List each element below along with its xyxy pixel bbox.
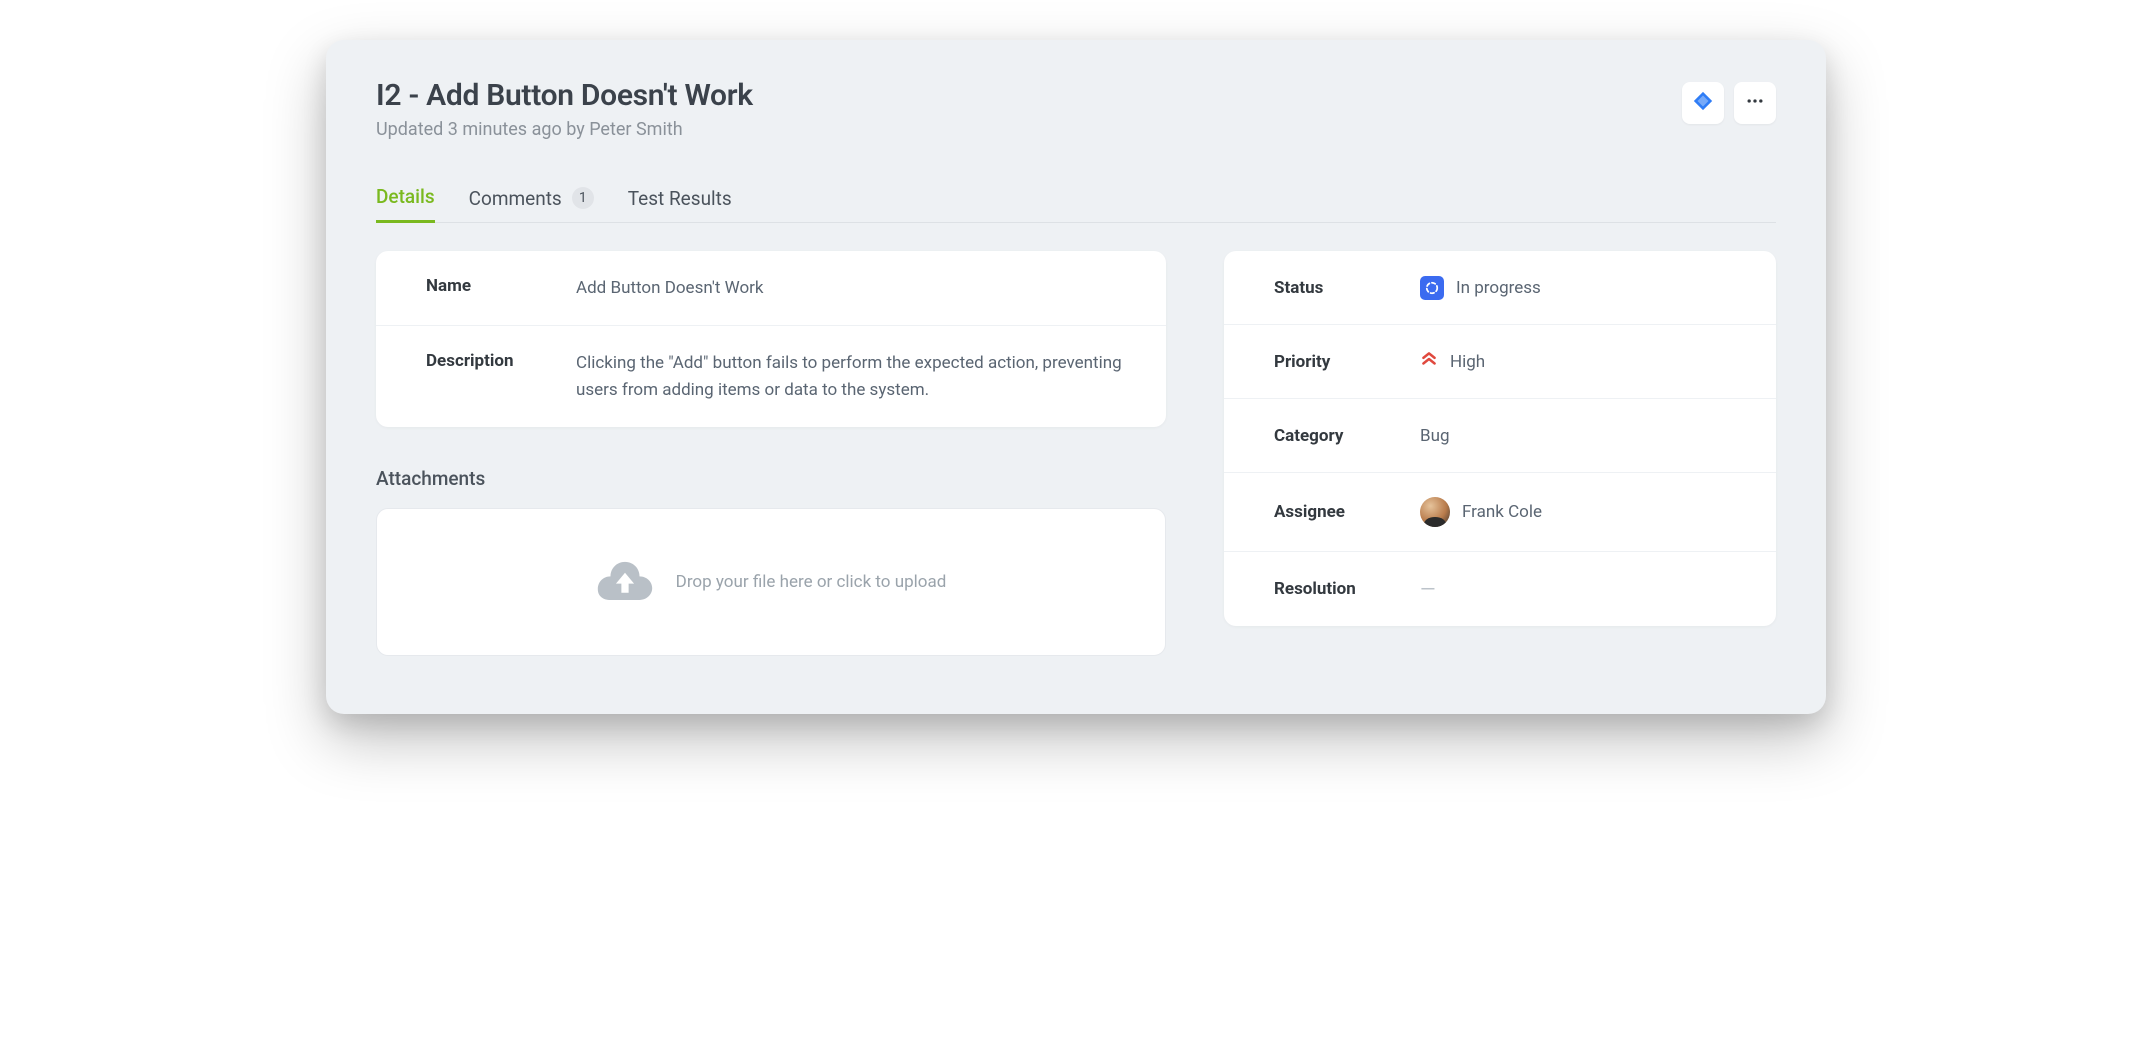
details-card: Name Add Button Doesn't Work Description… (376, 251, 1166, 427)
category-text: Bug (1420, 426, 1450, 446)
jira-icon (1692, 90, 1714, 116)
in-progress-icon (1420, 276, 1444, 300)
priority-text: High (1450, 352, 1485, 372)
right-column: Status In progress Priority (1224, 251, 1776, 656)
assignee-avatar (1420, 497, 1450, 527)
meta-label: Assignee (1274, 502, 1420, 522)
meta-row-category: Category Bug (1224, 399, 1776, 473)
detail-row-description: Description Clicking the "Add" button fa… (376, 326, 1166, 427)
left-column: Name Add Button Doesn't Work Description… (376, 251, 1166, 656)
tab-label: Comments (469, 187, 562, 210)
tab-test-results[interactable]: Test Results (628, 185, 732, 223)
meta-label: Priority (1274, 352, 1420, 372)
issue-title: I2 - Add Button Doesn't Work (376, 78, 1682, 113)
more-horizontal-icon (1745, 91, 1765, 115)
header: I2 - Add Button Doesn't Work Updated 3 m… (376, 78, 1776, 140)
attachments-heading: Attachments (376, 467, 1166, 490)
meta-value-priority[interactable]: High (1420, 350, 1485, 373)
tab-comments[interactable]: Comments 1 (469, 185, 594, 223)
content: Name Add Button Doesn't Work Description… (376, 251, 1776, 656)
detail-row-name: Name Add Button Doesn't Work (376, 251, 1166, 326)
detail-label: Description (426, 350, 576, 403)
assignee-name: Frank Cole (1462, 502, 1542, 522)
meta-label: Status (1274, 278, 1420, 298)
issue-detail-panel: I2 - Add Button Doesn't Work Updated 3 m… (326, 40, 1826, 714)
meta-value-category[interactable]: Bug (1420, 426, 1450, 446)
header-actions (1682, 82, 1776, 124)
meta-label: Category (1274, 426, 1420, 446)
status-text: In progress (1456, 278, 1541, 298)
cloud-upload-icon (596, 555, 654, 609)
meta-value-status[interactable]: In progress (1420, 276, 1541, 300)
tabs: Details Comments 1 Test Results (376, 184, 1776, 223)
issue-subtitle: Updated 3 minutes ago by Peter Smith (376, 119, 1682, 140)
header-text: I2 - Add Button Doesn't Work Updated 3 m… (376, 78, 1682, 140)
attachments-dropzone[interactable]: Drop your file here or click to upload (376, 508, 1166, 656)
jira-link-button[interactable] (1682, 82, 1724, 124)
meta-row-assignee: Assignee Frank Cole (1224, 473, 1776, 552)
dropzone-text: Drop your file here or click to upload (676, 572, 947, 592)
meta-card: Status In progress Priority (1224, 251, 1776, 626)
meta-value-assignee[interactable]: Frank Cole (1420, 497, 1542, 527)
detail-value-description[interactable]: Clicking the "Add" button fails to perfo… (576, 350, 1126, 403)
meta-row-priority: Priority High (1224, 325, 1776, 399)
comments-count-badge: 1 (572, 187, 594, 209)
priority-high-icon (1420, 350, 1438, 373)
meta-row-status: Status In progress (1224, 251, 1776, 325)
tab-label: Test Results (628, 187, 732, 210)
detail-value-name[interactable]: Add Button Doesn't Work (576, 275, 1126, 301)
tab-label: Details (376, 185, 435, 208)
meta-label: Resolution (1274, 579, 1420, 599)
resolution-text: — (1420, 577, 1437, 601)
meta-row-resolution: Resolution — (1224, 552, 1776, 626)
meta-value-resolution[interactable]: — (1420, 577, 1437, 601)
tab-details[interactable]: Details (376, 185, 435, 223)
detail-label: Name (426, 275, 576, 301)
more-actions-button[interactable] (1734, 82, 1776, 124)
